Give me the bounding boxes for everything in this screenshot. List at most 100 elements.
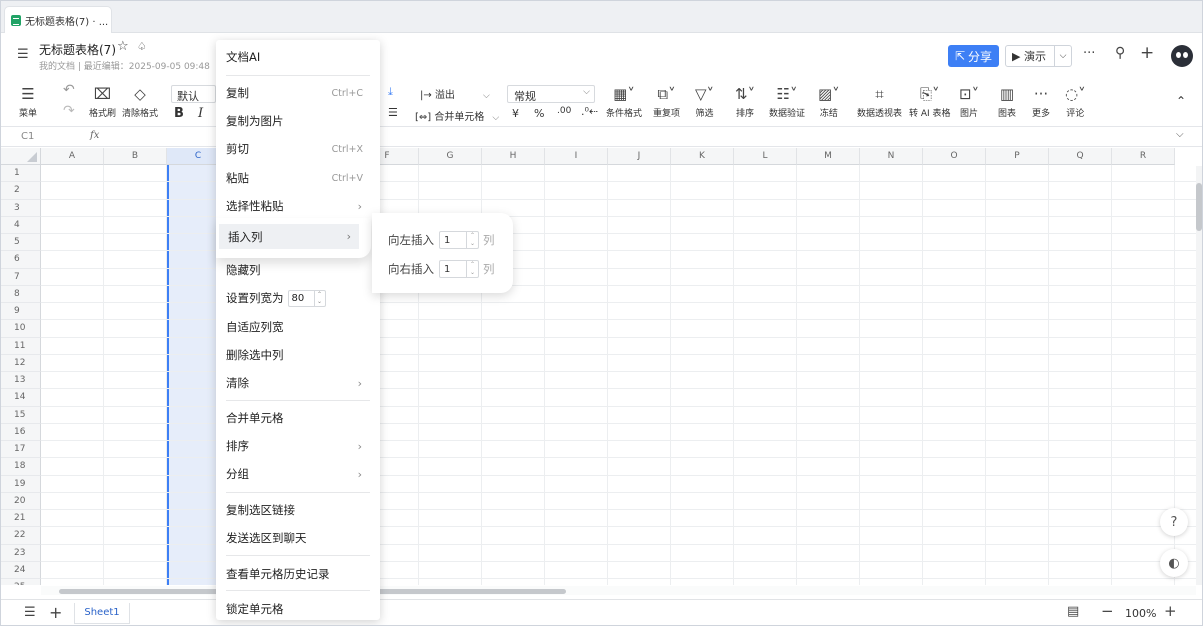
help-button[interactable]: ? — [1160, 508, 1188, 536]
row-header[interactable]: 8 — [1, 285, 41, 303]
menu-item-send-to-chat[interactable]: 发送选区到聊天 — [216, 525, 380, 551]
menu-button[interactable]: ☰ 菜单 — [19, 83, 37, 119]
row-header[interactable]: 3 — [1, 199, 41, 217]
menu-item-hide-column[interactable]: 隐藏列 — [216, 257, 380, 283]
decrease-decimal-icon[interactable]: .⁰⇠ — [581, 105, 598, 118]
row-header[interactable]: 7 — [1, 268, 41, 286]
filter-button[interactable]: ▽˅ 筛选 — [695, 83, 714, 119]
conditional-format-button[interactable]: ▦˅ 条件格式 — [606, 83, 642, 119]
column-width-input[interactable]: 80 ⌃ ⌄ — [287, 289, 326, 307]
menu-item-paste[interactable]: 粘贴 Ctrl+V — [216, 165, 380, 191]
row-header[interactable]: 4 — [1, 216, 41, 234]
menu-item-cell-history[interactable]: 查看单元格历史记录 — [216, 561, 380, 587]
menu-item-delete-column[interactable]: 删除选中列 — [216, 342, 380, 368]
font-select[interactable]: 默认 — [171, 85, 216, 103]
image-button[interactable]: ⊡˅ 图片 — [959, 83, 979, 119]
vertical-scroll-thumb[interactable] — [1196, 183, 1202, 231]
column-header[interactable]: M — [797, 148, 860, 165]
row-header[interactable]: 19 — [1, 475, 41, 493]
row-header[interactable]: 11 — [1, 337, 41, 355]
chevron-down-icon[interactable]: ⌵ — [1176, 129, 1184, 140]
row-header[interactable]: 17 — [1, 441, 41, 459]
italic-button[interactable]: I — [198, 106, 203, 121]
comment-button[interactable]: ◌˅ 评论 — [1065, 83, 1086, 119]
percent-button[interactable]: % — [534, 107, 544, 120]
row-header[interactable]: 5 — [1, 234, 41, 252]
row-header[interactable]: 15 — [1, 406, 41, 424]
redo-icon[interactable]: ↷ — [63, 103, 75, 119]
share-button[interactable]: ⇱ 分享 — [948, 45, 999, 67]
overflow-select[interactable]: |→ 溢出 ⌵ — [420, 86, 490, 101]
menu-item-copy-as-image[interactable]: 复制为图片 — [216, 108, 380, 134]
currency-button[interactable]: ¥ — [512, 107, 519, 120]
select-all-corner[interactable] — [1, 148, 41, 165]
collapse-toolbar-icon[interactable]: ⌃ — [1176, 94, 1186, 108]
chevron-down-icon[interactable]: ⌵ — [1054, 46, 1071, 66]
row-header[interactable]: 24 — [1, 561, 41, 579]
stepper-icon[interactable]: ⌃ ⌄ — [313, 290, 325, 306]
menu-item-set-column-width[interactable]: 设置列宽为 80 ⌃ ⌄ — [216, 285, 380, 311]
column-header[interactable]: L — [734, 148, 797, 165]
column-header[interactable]: Q — [1049, 148, 1112, 165]
sheet-list-icon[interactable]: ☰ — [24, 605, 36, 620]
menu-item-group[interactable]: 分组 › — [216, 461, 380, 487]
avatar[interactable] — [1171, 45, 1193, 67]
insert-right-row[interactable]: 向右插入 1 ⌃ ⌄ 列 — [388, 260, 495, 278]
column-header[interactable]: O — [923, 148, 986, 165]
more-icon[interactable]: ··· — [1083, 46, 1095, 61]
stepper-icon[interactable]: ⌃ ⌄ — [466, 261, 478, 277]
undo-icon[interactable]: ↶ — [63, 82, 75, 98]
row-header[interactable]: 2 — [1, 182, 41, 200]
menu-item-paste-special[interactable]: 选择性粘贴 › — [216, 193, 380, 219]
name-box[interactable]: C1 — [21, 131, 34, 142]
row-header[interactable]: 16 — [1, 423, 41, 441]
column-header[interactable]: B — [104, 148, 167, 165]
row-header[interactable]: 21 — [1, 510, 41, 528]
row-header[interactable]: 23 — [1, 544, 41, 562]
stepper-icon[interactable]: ⌃ ⌄ — [466, 232, 478, 248]
column-header[interactable]: H — [482, 148, 545, 165]
document-title[interactable]: 无标题表格(7) — [39, 41, 116, 58]
document-tab[interactable]: 无标题表格(7) · ... — [4, 6, 112, 33]
ai-table-button[interactable]: ⎘˅ 转 AI 表格 — [909, 83, 951, 119]
clear-format-button[interactable]: ◇ 清除格式 — [122, 83, 158, 119]
merge-cells-button[interactable]: [⇔] 合并单元格 ⌵ — [415, 108, 499, 123]
more-button[interactable]: ··· 更多 — [1032, 83, 1050, 119]
menu-item-autofit-width[interactable]: 自适应列宽 — [216, 314, 380, 340]
zoom-out-icon[interactable]: − — [1101, 602, 1114, 620]
increase-decimal-button[interactable]: .00 — [557, 106, 571, 116]
star-icon[interactable]: ☆ — [117, 39, 129, 54]
menu-item-merge-cells[interactable]: 合并单元格 — [216, 405, 380, 431]
bell-icon[interactable]: ♤ — [137, 40, 147, 53]
freeze-button[interactable]: ▨˅ 冻结 — [818, 83, 840, 119]
row-header[interactable]: 6 — [1, 251, 41, 269]
data-validation-button[interactable]: ☷˅ 数据验证 — [769, 83, 805, 119]
insert-right-input[interactable]: 1 ⌃ ⌄ — [439, 260, 479, 278]
insert-left-row[interactable]: 向左插入 1 ⌃ ⌄ 列 — [388, 231, 495, 249]
column-header[interactable]: R — [1112, 148, 1175, 165]
row-header[interactable]: 25 — [1, 579, 41, 585]
outline-icon[interactable]: ☰ — [17, 47, 29, 62]
pivot-table-button[interactable]: ⌗ 数据透视表 — [857, 83, 902, 119]
chart-button[interactable]: ▥ 图表 — [998, 83, 1016, 119]
sheet-tab[interactable]: Sheet1 — [74, 603, 130, 624]
menu-item-copy[interactable]: 复制 Ctrl+C — [216, 80, 380, 106]
row-header[interactable]: 1 — [1, 165, 41, 183]
menu-item-clear[interactable]: 清除 › — [216, 370, 380, 396]
format-painter-button[interactable]: ⌧ 格式刷 — [89, 83, 116, 119]
row-header[interactable]: 14 — [1, 389, 41, 407]
menu-item-copy-link[interactable]: 复制选区链接 — [216, 497, 380, 523]
location-label[interactable]: 我的文档 — [39, 62, 75, 72]
menu-item-doc-ai[interactable]: 文档AI — [216, 44, 380, 70]
menu-item-insert-column[interactable]: 插入列 › — [216, 218, 371, 258]
row-header[interactable]: 10 — [1, 320, 41, 338]
add-icon[interactable]: + — [1140, 43, 1154, 63]
page-view-icon[interactable]: ▤ — [1067, 604, 1079, 619]
row-header[interactable]: 18 — [1, 458, 41, 476]
row-header[interactable]: 13 — [1, 372, 41, 390]
column-header[interactable]: A — [41, 148, 104, 165]
bold-button[interactable]: B — [174, 106, 184, 121]
row-header[interactable]: 12 — [1, 354, 41, 372]
align-bottom-icon[interactable]: ⤓ — [388, 85, 393, 99]
zoom-in-icon[interactable]: + — [1164, 602, 1177, 620]
